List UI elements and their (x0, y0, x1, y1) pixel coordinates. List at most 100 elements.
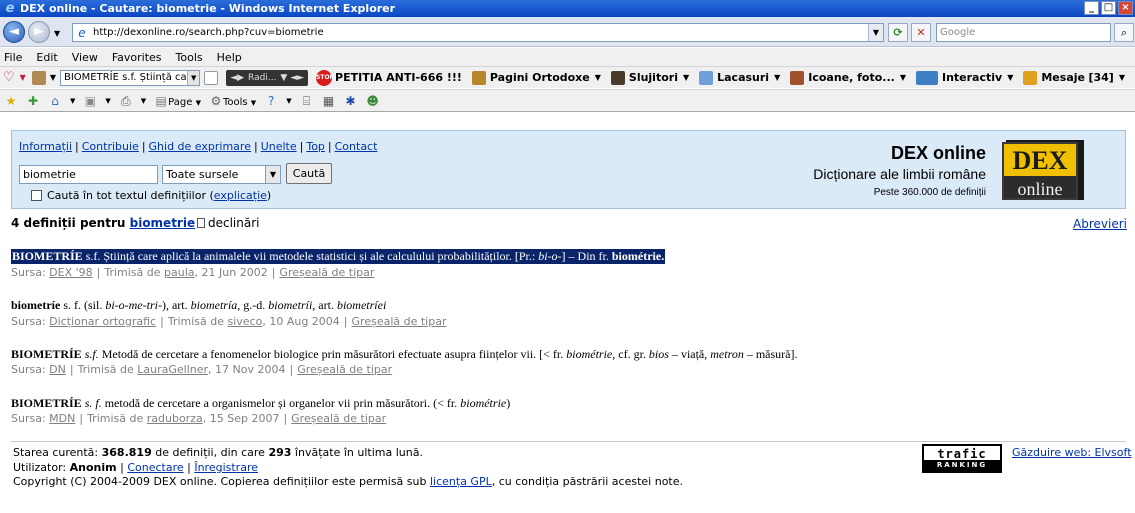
link-interactiv[interactable]: Interactiv ▼ (915, 70, 1013, 85)
nav-ghid[interactable]: Ghid de exprimare (149, 140, 251, 153)
church-icon (699, 70, 714, 85)
link-pagini-ortodoxe[interactable]: Pagini Ortodoxe ▼ (471, 70, 601, 85)
history-dropdown-icon[interactable]: ▼ (54, 29, 60, 38)
dex-toolbar-combo[interactable]: BIOMETRÍE s.f. Știință care aj ▼ (59, 69, 201, 86)
typo-link[interactable]: Greșeală de tipar (352, 315, 447, 328)
register-link[interactable]: Înregistrare (194, 461, 258, 474)
nav-contribuie[interactable]: Contribuie (82, 140, 139, 153)
dex-logo[interactable]: DEX online (1000, 138, 1090, 202)
window-title: DEX online - Cautare: biometrie - Window… (20, 2, 396, 15)
definition-source: Sursa: Dicționar ortografic | Trimisă de s… (11, 315, 447, 328)
link-mesaje[interactable]: Mesaje [34] ▼ (1023, 70, 1125, 85)
login-link[interactable]: Conectare (127, 461, 183, 474)
fulltext-explain-link[interactable]: explicație (214, 189, 267, 202)
tools-menu[interactable]: ⚙ Tools ▼ (209, 94, 257, 108)
source-link[interactable]: MDN (49, 412, 75, 425)
author-link[interactable]: siveco (227, 315, 262, 328)
page-menu[interactable]: ▤Page ▼ (154, 94, 201, 108)
home-icon[interactable]: ⌂ (48, 94, 62, 108)
typo-link[interactable]: Greșeală de tipar (291, 412, 386, 425)
priest-icon (610, 70, 625, 85)
brand-count: Peste 360.000 de definiții (873, 187, 986, 198)
menu-favorites[interactable]: Favorites (112, 51, 162, 64)
menu-file[interactable]: File (4, 51, 22, 64)
toolbar-checkbox-icon[interactable] (204, 70, 222, 85)
play-icon[interactable]: ◄▶ (230, 73, 244, 83)
home-dropdown-icon[interactable]: ▼ (70, 97, 75, 105)
print-icon[interactable]: ⎙ (119, 94, 133, 108)
menu-help[interactable]: Help (217, 51, 242, 64)
logo-dex-text: DEX (1013, 146, 1068, 175)
typo-link[interactable]: Greșeală de tipar (297, 363, 392, 376)
radio-player[interactable]: ◄▶ Radi... ▼ ◄► (226, 69, 309, 86)
abrevieri-link[interactable]: Abrevieri (1073, 217, 1127, 231)
source-select[interactable]: Toate sursele ▼ (162, 165, 281, 184)
author-link[interactable]: raduborza (147, 412, 203, 425)
minimize-button[interactable]: _ (1084, 1, 1099, 15)
search-icon[interactable]: ⌕ (1114, 23, 1134, 42)
source-link[interactable]: DN (49, 363, 66, 376)
feeds-dropdown-icon[interactable]: ▼ (105, 97, 110, 105)
source-link[interactable]: Dicționar ortografic (49, 315, 156, 328)
license-link[interactable]: licența GPL (430, 475, 492, 488)
fulltext-checkbox[interactable] (31, 190, 42, 201)
forward-button[interactable]: ► (28, 21, 50, 43)
refresh-icon[interactable]: ⟳ (888, 23, 908, 42)
messenger-icon[interactable]: ☻ (366, 94, 380, 108)
link-slujitori[interactable]: Slujitori ▼ (610, 70, 689, 85)
dex-toolbar-icon[interactable]: ▼ (31, 70, 56, 85)
ie-logo-icon: e (5, 1, 15, 16)
favorites-toolbar: ★ ✚ ⌂ ▼ ▣ ▼ ⎙ ▼ ▤Page ▼ ⚙ Tools ▼ ? ▼ ⌸ ▦… (0, 89, 1135, 112)
player-dropdown-icon[interactable]: ▼ ◄► (280, 73, 304, 83)
menu-view[interactable]: View (72, 51, 98, 64)
typo-link[interactable]: Greșeală de tipar (279, 266, 374, 279)
declinari-checkbox-icon (197, 218, 205, 228)
result-term-link[interactable]: biometrie (130, 216, 196, 230)
menu-tools[interactable]: Tools (176, 51, 203, 64)
search-button[interactable]: Caută (286, 163, 332, 184)
translate-icon[interactable]: ▦ (322, 94, 336, 108)
definition-text: biometríe s. f. (sil. bi-o-me-tri-), art… (11, 298, 387, 312)
help-icon[interactable]: ? (264, 94, 278, 108)
nav-contact[interactable]: Contact (335, 140, 378, 153)
link-petitia[interactable]: STOP PETITIA ANTI-666 !!! (316, 69, 462, 86)
source-link[interactable]: DEX '98 (49, 266, 92, 279)
footer-divider (11, 441, 1126, 442)
nav-top[interactable]: Top (306, 140, 325, 153)
chevron-down-icon: ▼ (265, 166, 280, 183)
trafic-ranking-badge[interactable]: trafic RANKING (922, 444, 1002, 473)
links-toolbar: ♡ ▼ ▼ BIOMETRÍE s.f. Știință care aj ▼ ◄▶ … (0, 66, 1135, 88)
link-icoane[interactable]: Icoane, foto... ▼ (790, 70, 906, 85)
stop-icon[interactable]: ✕ (911, 23, 931, 42)
back-button[interactable]: ◄ (3, 21, 25, 43)
search-input[interactable]: Google (936, 23, 1111, 42)
address-dropdown-icon[interactable]: ▼ (868, 24, 883, 41)
top-nav: Informații | Contribuie | Ghid de exprimare |… (19, 140, 378, 153)
author-link[interactable]: paula (164, 266, 195, 279)
add-favorite-icon[interactable]: ✚ (26, 94, 40, 108)
nav-informatii[interactable]: Informații (19, 140, 72, 153)
page-icon: e (78, 25, 86, 40)
print-dropdown-icon[interactable]: ▼ (141, 97, 146, 105)
maximize-button[interactable]: □ (1101, 1, 1116, 15)
help-dropdown-icon[interactable]: ▼ (286, 97, 291, 105)
menu-edit[interactable]: Edit (36, 51, 57, 64)
hosting-link[interactable]: Găzduire web: Elvsoft (1012, 446, 1132, 459)
close-button[interactable]: × (1118, 1, 1133, 15)
research-icon[interactable]: ⌸ (300, 94, 314, 108)
link-lacasuri[interactable]: Lacasuri ▼ (699, 70, 780, 85)
word-search-input[interactable]: biometrie (19, 165, 158, 184)
address-input[interactable]: e http://dexonline.ro/search.php?cuv=bio… (72, 23, 884, 42)
stop-sign-icon: STOP (316, 69, 334, 86)
feeds-icon[interactable]: ▣ (83, 94, 97, 108)
favorites-star-icon[interactable]: ★ (4, 94, 18, 108)
declinari-toggle[interactable]: declinări (197, 216, 260, 230)
nav-unelte[interactable]: Unelte (261, 140, 297, 153)
definition-source: Sursa: MDN | Trimisă de raduborza, 15 Sep … (11, 412, 387, 425)
heart-icon[interactable]: ♡ ▼ (3, 70, 26, 85)
messages-icon (1023, 70, 1038, 85)
bluetooth-icon[interactable]: ✱ (344, 94, 358, 108)
author-link[interactable]: LauraGellner (137, 363, 208, 376)
brand: DEX online Dicționare ale limbii române … (813, 143, 986, 198)
result-count: 4 definiții pentru biometrie (11, 216, 196, 230)
